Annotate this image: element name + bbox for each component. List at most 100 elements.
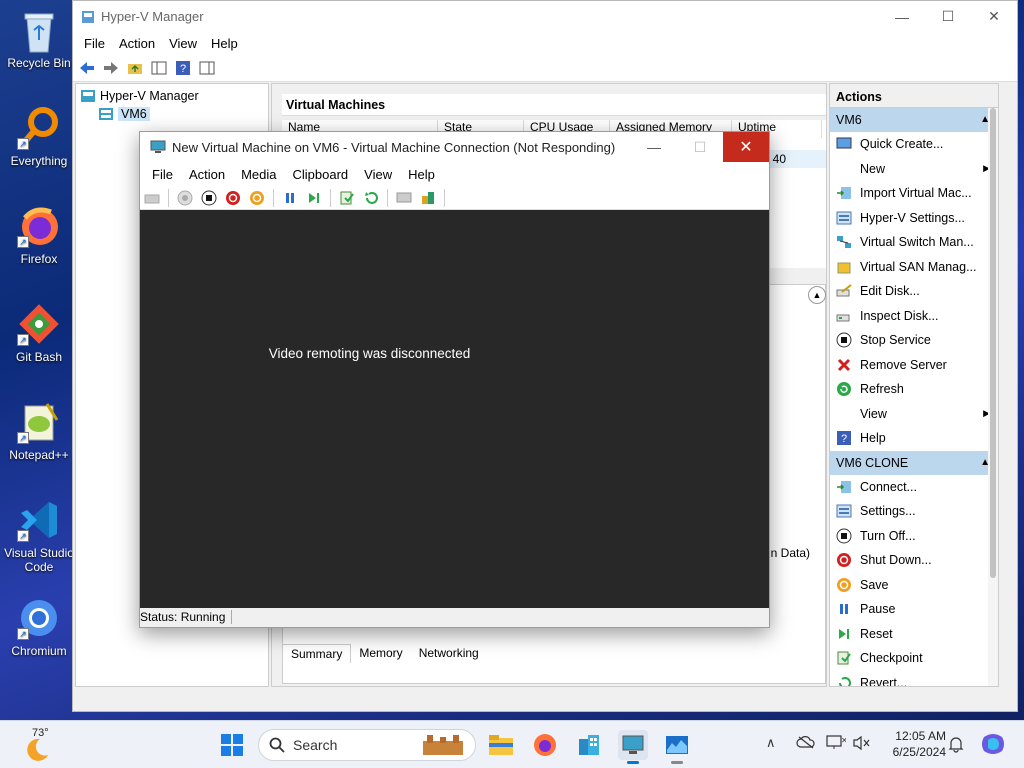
- menu-file[interactable]: File: [144, 167, 181, 182]
- show-hide-action-pane-icon[interactable]: [197, 58, 217, 78]
- save-icon[interactable]: [247, 188, 267, 208]
- hyperv-titlebar[interactable]: Hyper-V Manager — ☐ ✕: [73, 1, 1017, 32]
- menu-action[interactable]: Action: [181, 167, 233, 182]
- shutdown-icon[interactable]: [223, 188, 243, 208]
- maximize-button[interactable]: ☐: [677, 132, 723, 162]
- tree-item-hyperv-manager[interactable]: Hyper-V Manager: [80, 87, 264, 105]
- desktop-icon-recycle-bin[interactable]: Recycle Bin: [2, 8, 76, 70]
- window-title: Hyper-V Manager: [101, 9, 204, 24]
- connect-icon: [836, 479, 852, 495]
- action-edit-disk[interactable]: Edit Disk...: [830, 279, 998, 304]
- checkpoint-icon[interactable]: [337, 188, 357, 208]
- start-icon[interactable]: [175, 188, 195, 208]
- resume-icon[interactable]: [304, 188, 324, 208]
- menu-file[interactable]: File: [77, 36, 112, 51]
- ctrl-alt-del-icon[interactable]: [142, 188, 162, 208]
- action-revert[interactable]: Revert...: [830, 671, 998, 686]
- action-label: Settings...: [860, 504, 916, 519]
- action-remove-server[interactable]: Remove Server: [830, 353, 998, 378]
- tree-item-vm6[interactable]: VM6: [80, 105, 264, 123]
- action-label: Connect...: [860, 479, 917, 494]
- revert-icon[interactable]: [361, 188, 381, 208]
- turn-off-icon[interactable]: [199, 188, 219, 208]
- up-folder-icon[interactable]: [125, 58, 145, 78]
- action-refresh[interactable]: Refresh: [830, 377, 998, 402]
- action-save[interactable]: Save: [830, 573, 998, 598]
- hyperv-manager-taskbar-icon[interactable]: [618, 730, 648, 764]
- show-hidden-icons-chevron-icon[interactable]: ∧: [766, 735, 776, 751]
- vmc-titlebar[interactable]: New Virtual Machine on VM6 - Virtual Mac…: [140, 132, 769, 162]
- action-import-virtual-mac[interactable]: Import Virtual Mac...: [830, 181, 998, 206]
- group-label: VM6 CLONE: [836, 455, 909, 470]
- close-button[interactable]: ✕: [971, 1, 1017, 32]
- tab-summary[interactable]: Summary: [282, 644, 352, 663]
- menu-help[interactable]: Help: [204, 36, 245, 51]
- action-reset[interactable]: Reset: [830, 622, 998, 647]
- desktop-icon-everything[interactable]: ↗ Everything: [2, 106, 76, 168]
- start-button[interactable]: [220, 733, 244, 757]
- menu-view[interactable]: View: [356, 167, 400, 182]
- network-icon[interactable]: ✕: [826, 735, 848, 754]
- action-checkpoint[interactable]: Checkpoint: [830, 646, 998, 671]
- collapse-details-icon[interactable]: ▲: [808, 286, 826, 304]
- taskbar-search[interactable]: Search: [258, 729, 476, 761]
- action-label: Pause: [860, 602, 896, 617]
- enhanced-session-icon[interactable]: [394, 188, 414, 208]
- action-inspect-disk[interactable]: Inspect Disk...: [830, 304, 998, 329]
- pause-icon[interactable]: [280, 188, 300, 208]
- shortcut-arrow-icon: ↗: [17, 628, 29, 640]
- show-hide-tree-icon[interactable]: [149, 58, 169, 78]
- action-turn-off[interactable]: Turn Off...: [830, 524, 998, 549]
- action-shut-down[interactable]: Shut Down...: [830, 548, 998, 573]
- actions-group-vm6-clone[interactable]: VM6 CLONE ▲: [830, 450, 998, 475]
- action-new[interactable]: New ▶: [830, 157, 998, 182]
- help-icon[interactable]: ?: [173, 58, 193, 78]
- file-explorer-taskbar-icon[interactable]: [486, 730, 516, 760]
- menu-help[interactable]: Help: [400, 167, 443, 182]
- menu-action[interactable]: Action: [112, 36, 162, 51]
- notifications-bell-icon[interactable]: [948, 735, 964, 756]
- firefox-taskbar-icon[interactable]: [530, 730, 560, 760]
- weather-widget[interactable]: 73°: [22, 727, 58, 763]
- menu-media[interactable]: Media: [233, 167, 284, 182]
- close-button[interactable]: ✕: [723, 132, 769, 162]
- actions-group-vm6[interactable]: VM6 ▲: [830, 108, 998, 132]
- menu-clipboard[interactable]: Clipboard: [285, 167, 357, 182]
- resource-monitor-taskbar-icon[interactable]: [662, 730, 692, 764]
- minimize-button[interactable]: —: [879, 1, 925, 32]
- action-stop-service[interactable]: Stop Service: [830, 328, 998, 353]
- action-pause[interactable]: Pause: [830, 597, 998, 622]
- share-icon[interactable]: [418, 188, 438, 208]
- action-virtual-san-manag[interactable]: Virtual SAN Manag...: [830, 255, 998, 280]
- volume-muted-icon[interactable]: [852, 735, 872, 754]
- minimize-button[interactable]: —: [631, 132, 677, 162]
- action-virtual-switch-man[interactable]: Virtual Switch Man...: [830, 230, 998, 255]
- copilot-icon[interactable]: [980, 731, 1006, 760]
- action-view[interactable]: View ▶: [830, 402, 998, 427]
- building-app-taskbar-icon[interactable]: [574, 730, 604, 760]
- menu-view[interactable]: View: [162, 36, 204, 51]
- scrollbar-thumb[interactable]: [990, 108, 996, 578]
- tab-networking[interactable]: Networking: [411, 644, 487, 663]
- vm-display-area[interactable]: Video remoting was disconnected: [140, 210, 769, 609]
- action-connect[interactable]: Connect...: [830, 475, 998, 500]
- forward-icon[interactable]: [101, 58, 121, 78]
- system-clock[interactable]: 12:05 AM 6/25/2024: [880, 728, 946, 760]
- back-icon[interactable]: [77, 58, 97, 78]
- desktop-icon-chromium[interactable]: ↗ Chromium: [2, 596, 76, 658]
- desktop-icon-firefox[interactable]: ↗ Firefox: [2, 204, 76, 266]
- tab-memory[interactable]: Memory: [351, 644, 410, 663]
- actions-scrollbar[interactable]: [988, 108, 998, 686]
- import-icon: [836, 185, 852, 201]
- onedrive-icon[interactable]: [796, 735, 816, 752]
- edit-disk-icon: [836, 283, 852, 299]
- san-icon: [836, 259, 852, 275]
- action-help[interactable]: ? Help: [830, 426, 998, 451]
- desktop-icon-notepad-plus-plus[interactable]: ↗ Notepad++: [2, 400, 76, 462]
- inspect-disk-icon: [836, 308, 852, 324]
- action-settings[interactable]: Settings...: [830, 499, 998, 524]
- action-hyper-v-settings[interactable]: Hyper-V Settings...: [830, 206, 998, 231]
- maximize-button[interactable]: ☐: [925, 1, 971, 32]
- action-quick-create[interactable]: Quick Create...: [830, 132, 998, 157]
- desktop-icon-vscode[interactable]: ↗ Visual Studio Code: [2, 498, 76, 574]
